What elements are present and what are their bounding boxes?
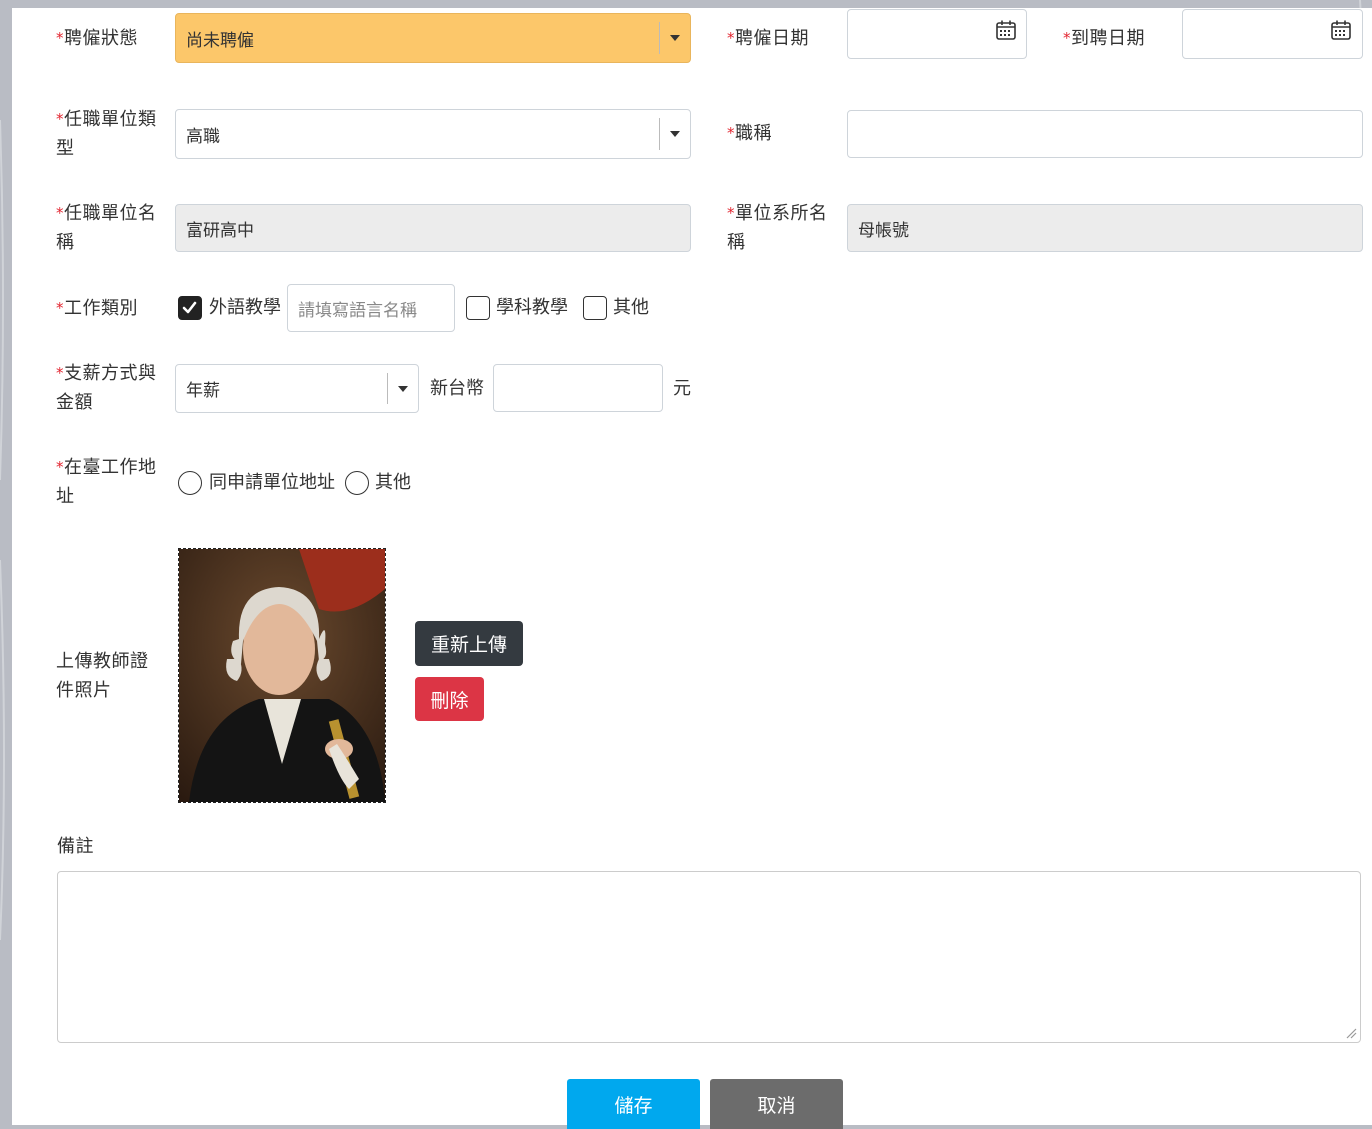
language-name-input[interactable]: 請填寫語言名稱 xyxy=(287,284,455,332)
photo-label: 上傳教師證 件照片 xyxy=(56,651,149,701)
currency-label: 新台幣 xyxy=(430,378,484,399)
hire-date-input[interactable] xyxy=(847,9,1027,59)
job-title-input[interactable] xyxy=(847,110,1363,158)
select-divider xyxy=(659,22,660,54)
work-address-label: *在臺工作地址 xyxy=(56,457,157,507)
status-select-value: 尚未聘僱 xyxy=(186,30,254,51)
foreign-language-option-label[interactable]: 外語教學 xyxy=(209,296,281,320)
unit-name-input: 富研高中 xyxy=(175,204,691,252)
unit-type-select[interactable]: 高職 xyxy=(175,109,691,159)
delete-photo-button[interactable]: 刪除 xyxy=(415,677,484,721)
unit-name-value: 富研高中 xyxy=(186,220,254,241)
remarks-textarea[interactable] xyxy=(57,871,1361,1043)
foreign-language-checkbox[interactable] xyxy=(178,296,202,320)
select-divider xyxy=(659,118,660,150)
department-input: 母帳號 xyxy=(847,204,1363,252)
arrival-date-input[interactable] xyxy=(1182,9,1363,59)
subject-teaching-option-label[interactable]: 學科教學 xyxy=(496,296,568,320)
salary-method-value: 年薪 xyxy=(186,381,220,401)
language-name-placeholder: 請填寫語言名稱 xyxy=(298,300,417,321)
same-address-option-label[interactable]: 同申請單位地址 xyxy=(209,471,335,495)
salary-amount-input[interactable] xyxy=(493,364,663,412)
unit-name-label: *任職單位名稱 xyxy=(56,203,157,253)
department-label: *單位系所名稱 xyxy=(727,203,828,253)
chevron-down-icon xyxy=(670,131,680,137)
work-type-other-option-label[interactable]: 其他 xyxy=(613,296,649,320)
chevron-down-icon xyxy=(670,35,680,41)
save-button[interactable]: 儲存 xyxy=(567,1079,700,1129)
remarks-label: 備註 xyxy=(57,836,94,857)
job-title-label: *職稱 xyxy=(727,123,772,144)
work-type-other-checkbox[interactable] xyxy=(583,296,607,320)
calendar-icon[interactable] xyxy=(1330,19,1352,41)
reupload-button[interactable]: 重新上傳 xyxy=(415,621,523,666)
resize-handle-icon[interactable] xyxy=(1345,1027,1357,1039)
address-other-option-label[interactable]: 其他 xyxy=(375,471,411,495)
unit-type-value: 高職 xyxy=(186,126,220,147)
department-value: 母帳號 xyxy=(858,220,909,241)
salary-label: *支薪方式與 金額 xyxy=(56,363,157,413)
currency-unit-label: 元 xyxy=(673,378,691,399)
unit-type-label: *任職單位類型 xyxy=(56,109,157,159)
salary-method-select[interactable]: 年薪 xyxy=(175,364,419,413)
select-divider xyxy=(387,373,388,404)
arrival-date-label: *到聘日期 xyxy=(1063,28,1145,49)
uploaded-photo xyxy=(178,548,386,803)
portrait-image xyxy=(179,549,385,802)
chevron-down-icon xyxy=(398,385,408,392)
work-type-label: *工作類別 xyxy=(56,298,138,319)
subject-teaching-checkbox[interactable] xyxy=(466,296,490,320)
status-label: *聘僱狀態 xyxy=(56,28,138,49)
hire-date-label: *聘僱日期 xyxy=(727,28,809,49)
calendar-icon[interactable] xyxy=(995,19,1017,41)
address-other-radio[interactable] xyxy=(345,471,369,495)
status-select[interactable]: 尚未聘僱 xyxy=(175,13,691,63)
cancel-button[interactable]: 取消 xyxy=(710,1079,843,1129)
check-icon xyxy=(182,301,197,314)
same-address-radio[interactable] xyxy=(178,471,202,495)
